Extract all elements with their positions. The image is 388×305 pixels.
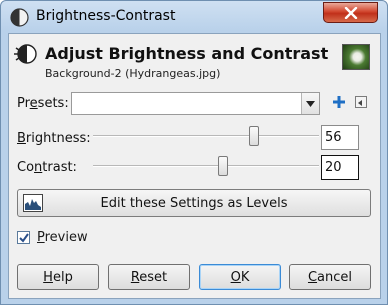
presets-combobox[interactable]: [71, 92, 320, 115]
ok-button[interactable]: OK: [199, 264, 281, 290]
presets-label-b: sets:: [37, 96, 69, 111]
contrast-value: 20: [325, 160, 342, 175]
dialog-window: Brightness-Contrast Adjust Brightness an…: [0, 0, 388, 305]
title-bar[interactable]: Brightness-Contrast: [1, 1, 387, 33]
contrast-label: Contrast:: [17, 160, 77, 175]
brightness-spinbox[interactable]: 56: [321, 125, 359, 150]
brightness-contrast-icon: [14, 44, 37, 64]
brightness-label-b: rightness:: [25, 131, 91, 146]
cancel-button[interactable]: Cancel: [289, 264, 371, 290]
close-button[interactable]: [323, 2, 378, 23]
add-preset-icon[interactable]: [332, 95, 346, 109]
reset-mnemonic: R: [130, 270, 140, 285]
window-title: Brightness-Contrast: [36, 8, 176, 24]
contrast-slider-thumb[interactable]: [218, 156, 228, 176]
brightness-label-mnemonic: B: [17, 131, 26, 146]
reset-label: eset: [139, 270, 168, 285]
contrast-spinbox[interactable]: 20: [321, 155, 359, 180]
presets-label: Presets:: [17, 96, 69, 111]
cancel-mnemonic: C: [307, 270, 318, 285]
brightness-slider-track[interactable]: [93, 135, 319, 137]
edit-as-levels-label: Edit these Settings as Levels: [100, 196, 288, 211]
ok-mnemonic: O: [230, 270, 241, 285]
brightness-slider-thumb[interactable]: [248, 126, 259, 146]
preview-checkbox[interactable]: [17, 231, 30, 244]
help-mnemonic: H: [43, 270, 53, 285]
preview-label-mnemonic: P: [37, 230, 45, 245]
image-thumbnail: [342, 44, 370, 70]
presets-dropdown-button[interactable]: [301, 93, 319, 114]
help-button[interactable]: Help: [17, 264, 99, 290]
cancel-label: ancel: [317, 270, 353, 285]
brightness-value: 56: [325, 130, 342, 145]
dialog-heading: Adjust Brightness and Contrast: [45, 44, 329, 63]
contrast-label-b: trast:: [42, 160, 77, 175]
reset-button[interactable]: Reset: [108, 264, 190, 290]
edit-as-levels-button[interactable]: Edit these Settings as Levels: [17, 189, 371, 217]
image-name: Background-2 (Hydrangeas.jpg): [45, 67, 221, 80]
close-icon: [344, 6, 357, 19]
dialog-header: Adjust Brightness and Contrast Backgroun…: [9, 34, 380, 86]
presets-menu-button[interactable]: [355, 96, 367, 108]
gimp-app-icon: [10, 8, 29, 27]
presets-label-a: Pr: [17, 96, 30, 111]
chevron-down-icon: [306, 100, 315, 107]
ok-label: K: [240, 270, 250, 285]
contrast-label-a: Co: [17, 160, 35, 175]
dialog-body: Adjust Brightness and Contrast Backgroun…: [8, 33, 381, 299]
help-label: elp: [52, 270, 73, 285]
menu-arrow-icon: [358, 100, 362, 106]
presets-label-mnemonic: e: [29, 96, 38, 111]
preview-label-b: review: [44, 230, 88, 245]
checkmark-icon: [18, 232, 29, 243]
brightness-label: Brightness:: [17, 131, 91, 146]
contrast-slider-track[interactable]: [93, 165, 319, 167]
preview-label[interactable]: Preview: [37, 230, 88, 245]
